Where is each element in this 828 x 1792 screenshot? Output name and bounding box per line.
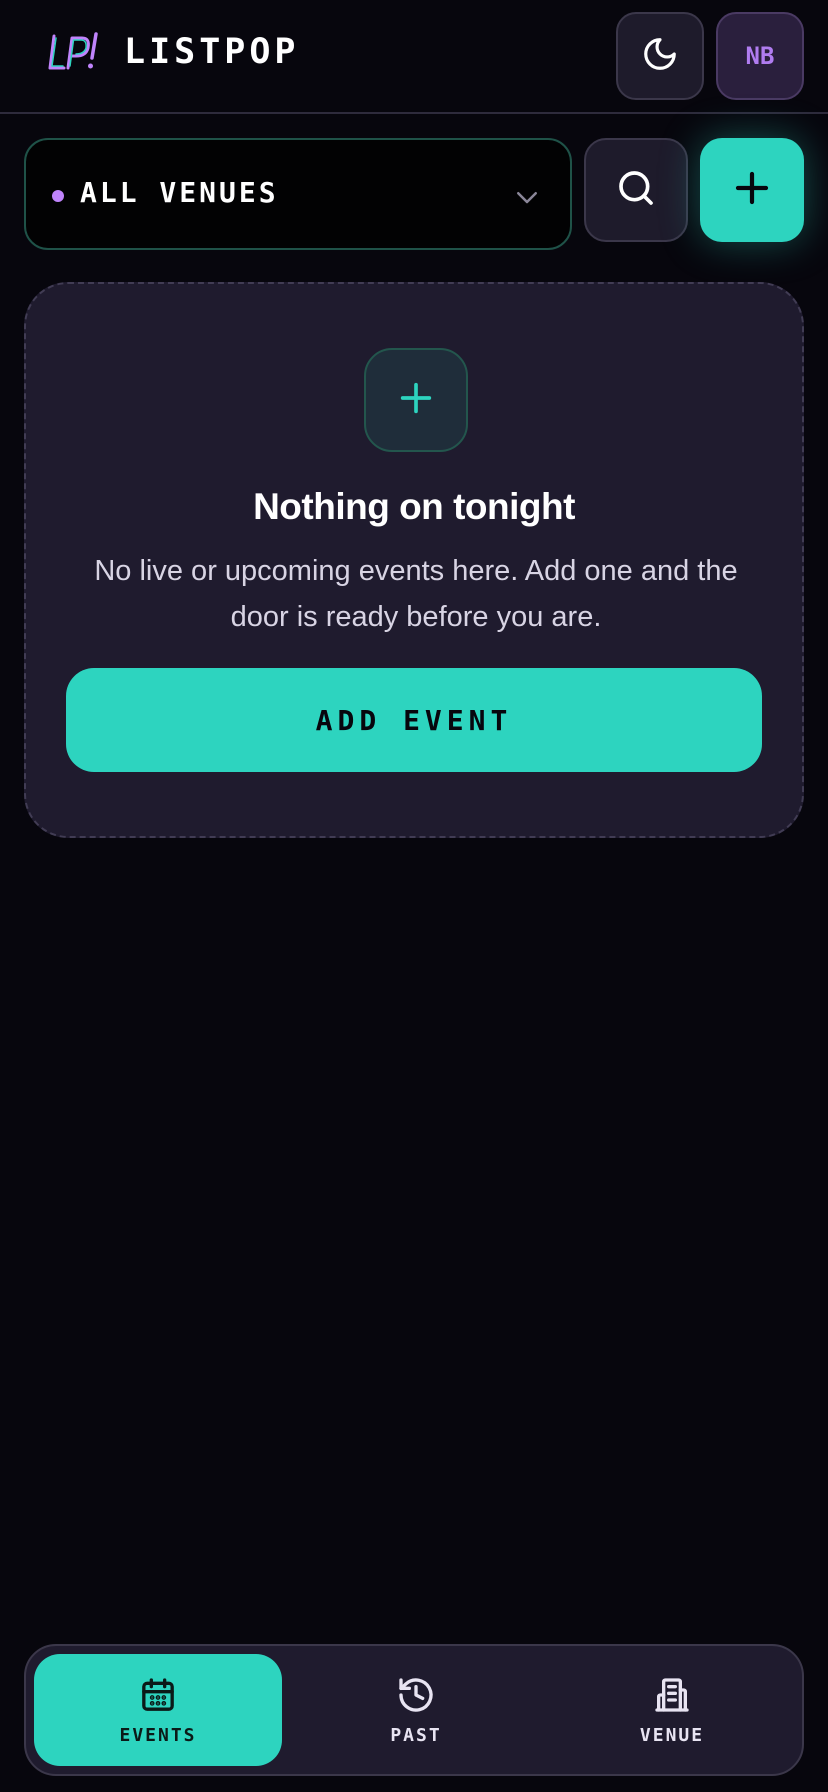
chevron-down-icon xyxy=(512,182,542,212)
nav-item-venue[interactable]: VENUE xyxy=(548,1654,796,1766)
brand-name: LISTPOP xyxy=(124,32,300,72)
add-event-button[interactable]: ADD EVENT xyxy=(66,668,762,772)
app-root: LISTPOP NB ALL VENUES Nothing on tonight… xyxy=(0,0,828,1792)
venue-select-value: ALL VENUES xyxy=(80,176,279,209)
empty-state-title: Nothing on tonight xyxy=(253,486,575,527)
moon-icon xyxy=(641,35,679,78)
venue-status-dot xyxy=(52,190,64,202)
empty-state-icon-box xyxy=(364,348,468,452)
app-header: LISTPOP NB xyxy=(0,0,828,114)
avatar[interactable]: NB xyxy=(716,12,804,100)
history-icon xyxy=(396,1675,436,1715)
building-icon xyxy=(652,1675,692,1715)
bottom-nav: EVENTS PAST VENUE xyxy=(24,1644,804,1776)
add-event-quick-button[interactable] xyxy=(700,138,804,242)
plus-icon xyxy=(396,378,436,423)
empty-state-card: Nothing on tonight No live or upcoming e… xyxy=(24,282,804,838)
empty-state-message: No live or upcoming events here. Add one… xyxy=(94,555,738,633)
search-button[interactable] xyxy=(584,138,688,242)
theme-toggle-button[interactable] xyxy=(616,12,704,100)
nav-label-past: PAST xyxy=(390,1724,442,1746)
search-icon xyxy=(616,168,656,213)
venue-select[interactable]: ALL VENUES xyxy=(24,138,572,250)
nav-label-venue: VENUE xyxy=(639,1724,705,1746)
nav-item-past[interactable]: PAST xyxy=(292,1654,540,1766)
listpop-logo xyxy=(44,30,104,80)
nav-item-events[interactable]: EVENTS xyxy=(34,1654,282,1766)
nav-label-events: EVENTS xyxy=(119,1724,197,1746)
plus-icon xyxy=(731,167,773,214)
calendar-icon xyxy=(138,1675,178,1715)
